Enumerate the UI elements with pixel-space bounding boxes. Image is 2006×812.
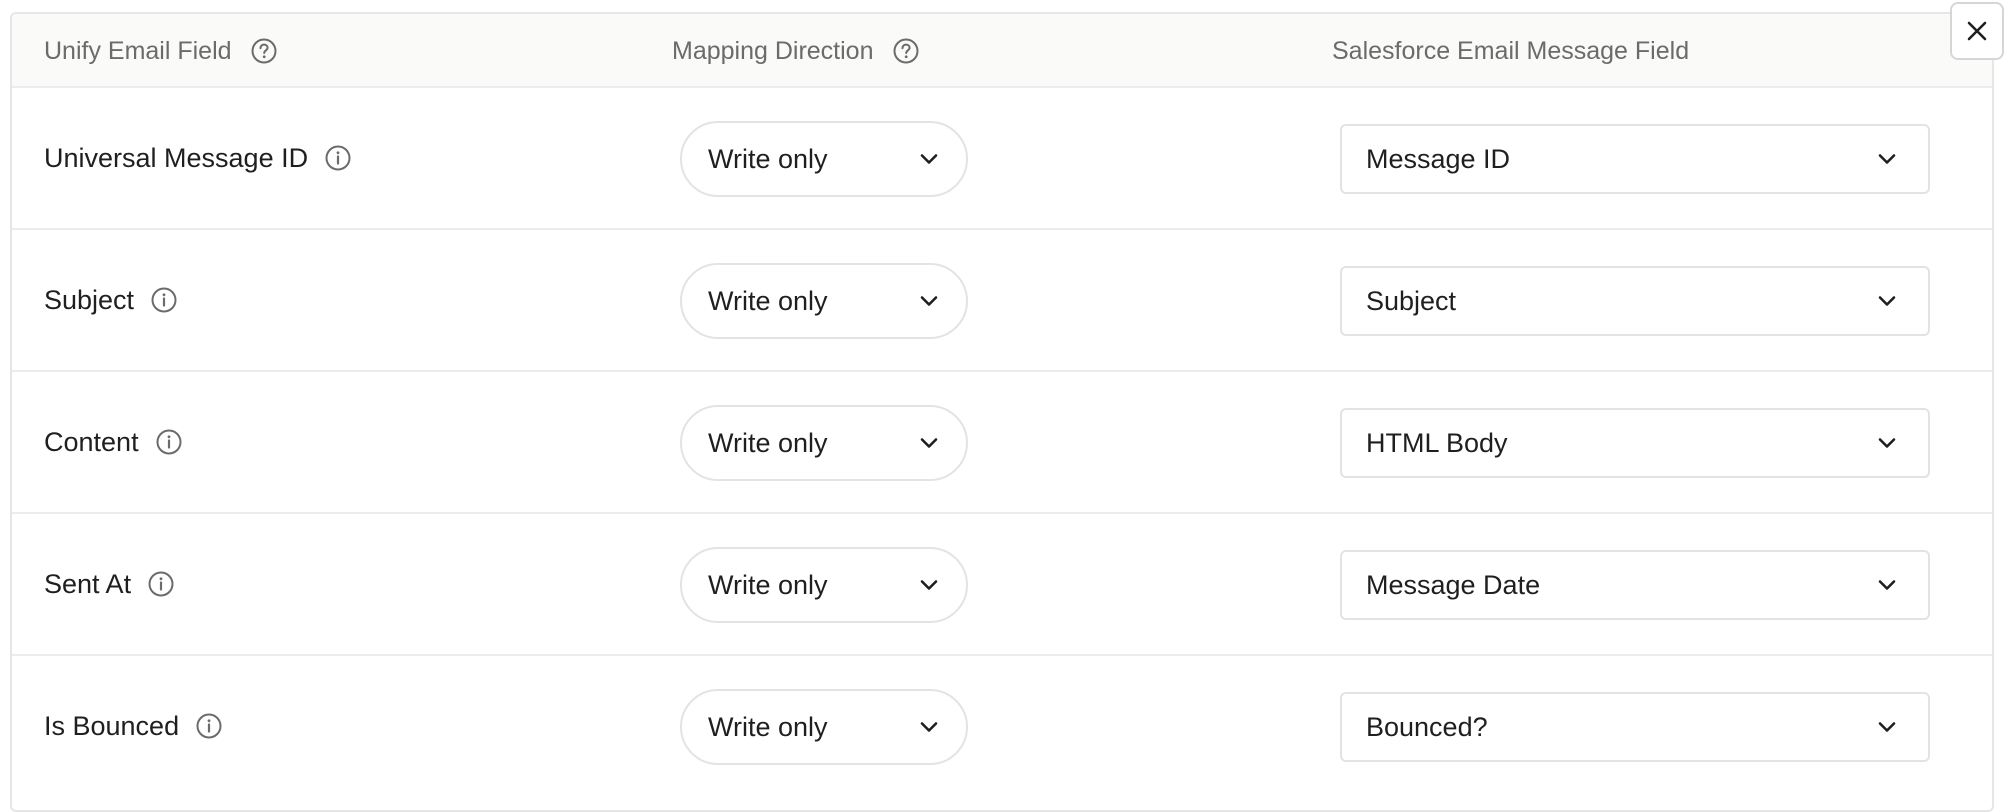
mapping-direction-value: Write only [708,285,828,316]
mapping-direction-value: Write only [708,427,828,458]
header-unify-label: Unify Email Field [44,36,232,65]
header-direction-label: Mapping Direction [672,36,874,65]
salesforce-field-select[interactable]: Bounced? [1340,692,1930,762]
mapping-direction-select[interactable]: Write only [680,689,968,765]
close-button[interactable] [1950,2,2004,60]
mapping-direction-select[interactable]: Write only [680,547,968,623]
table-row: Content Write only HTML Body [12,372,1992,514]
info-circle-icon[interactable] [195,712,223,740]
unify-field-label: Sent At [44,514,175,654]
salesforce-field-value: Message ID [1366,143,1511,174]
field-mapping-table: Unify Email Field Mapping Direction Sale… [10,12,1994,812]
salesforce-field-value: HTML Body [1366,427,1508,458]
chevron-down-icon [916,430,942,456]
chevron-down-icon [916,572,942,598]
salesforce-field-value: Message Date [1366,569,1541,600]
chevron-down-icon [1874,146,1900,172]
mapping-direction-value: Write only [708,711,828,742]
mapping-direction-select[interactable]: Write only [680,121,968,197]
chevron-down-icon [1874,572,1900,598]
salesforce-field-select[interactable]: Subject [1340,266,1930,336]
table-row: Is Bounced Write only Bounced? [12,656,1992,798]
salesforce-field-value: Bounced? [1366,711,1488,742]
table-row: Universal Message ID Write only Message … [12,88,1992,230]
chevron-down-icon [1874,430,1900,456]
chevron-down-icon [1874,288,1900,314]
mapping-rows: Universal Message ID Write only Message … [12,88,1992,798]
header-unify-email-field: Unify Email Field [44,14,278,88]
salesforce-field-select[interactable]: Message ID [1340,124,1930,194]
mapping-direction-select[interactable]: Write only [680,405,968,481]
salesforce-field-select[interactable]: Message Date [1340,550,1930,620]
unify-field-label: Is Bounced [44,656,223,796]
table-row: Sent At Write only Message Date [12,514,1992,656]
chevron-down-icon [1874,714,1900,740]
unify-field-label: Subject [44,230,178,370]
chevron-down-icon [916,714,942,740]
unify-field-label: Content [44,372,183,512]
unify-field-name: Universal Message ID [44,142,309,173]
mapping-direction-value: Write only [708,569,828,600]
unify-field-name: Subject [44,284,135,315]
salesforce-field-select[interactable]: HTML Body [1340,408,1930,478]
unify-field-name: Content [44,426,139,457]
mapping-direction-select[interactable]: Write only [680,263,968,339]
header-salesforce-label: Salesforce Email Message Field [1332,36,1690,65]
question-circle-icon[interactable] [250,37,278,65]
close-icon [1965,19,1989,43]
table-header: Unify Email Field Mapping Direction Sale… [12,14,1992,88]
info-circle-icon[interactable] [150,286,178,314]
info-circle-icon[interactable] [324,144,352,172]
info-circle-icon[interactable] [147,570,175,598]
unify-field-label: Universal Message ID [44,88,352,228]
question-circle-icon[interactable] [892,37,920,65]
header-salesforce-field: Salesforce Email Message Field [1332,14,1689,88]
chevron-down-icon [916,288,942,314]
info-circle-icon[interactable] [155,428,183,456]
table-row: Subject Write only Subject [12,230,1992,372]
salesforce-field-value: Subject [1366,285,1457,316]
unify-field-name: Sent At [44,568,132,599]
chevron-down-icon [916,146,942,172]
unify-field-name: Is Bounced [44,710,180,741]
header-mapping-direction: Mapping Direction [672,14,920,88]
mapping-direction-value: Write only [708,143,828,174]
